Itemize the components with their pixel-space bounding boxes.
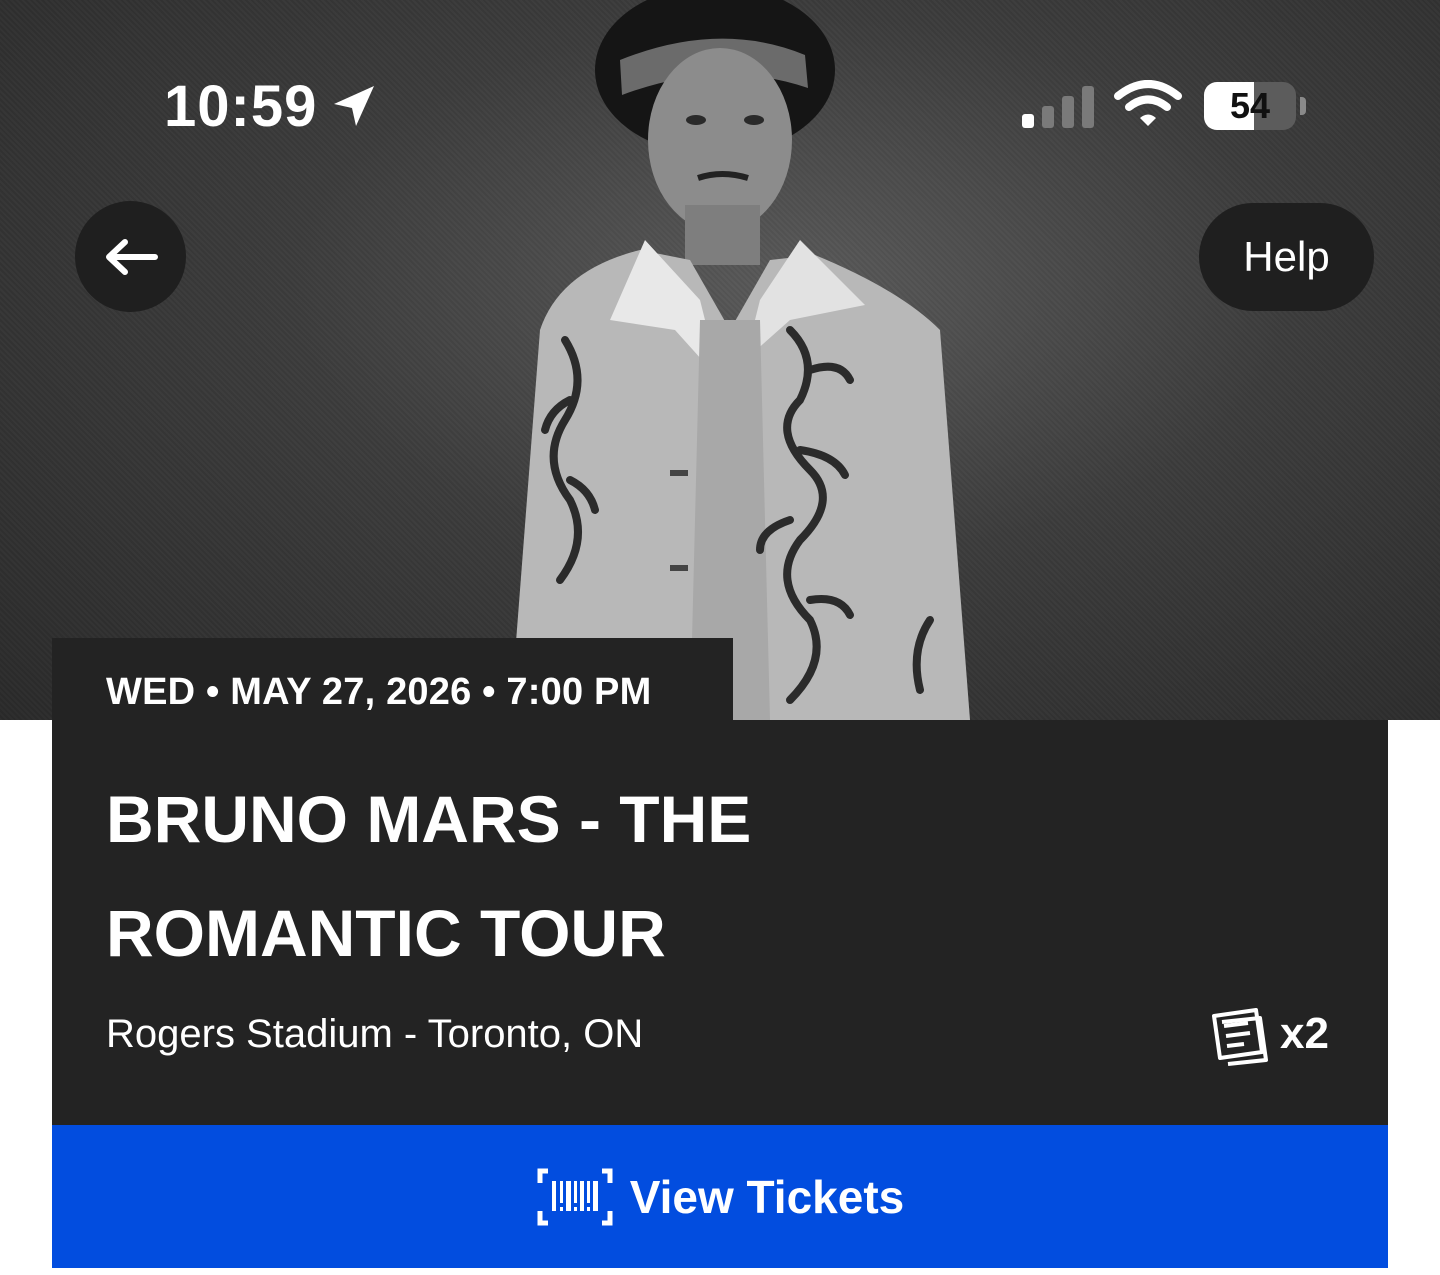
back-button[interactable] (75, 201, 186, 312)
wifi-icon (1114, 80, 1182, 126)
event-screen: 10:59 54 Help WED • MAY 27, 2026 • 7:00 … (0, 0, 1440, 1275)
status-time: 10:59 (164, 74, 318, 139)
battery-percent: 54 (1229, 85, 1271, 126)
event-title: BRUNO MARS - THE ROMANTIC TOUR (106, 782, 752, 970)
cellular-signal-icon (1022, 86, 1094, 128)
barcode-icon (537, 1168, 613, 1225)
battery-indicator: 54 (1204, 82, 1296, 130)
view-tickets-button[interactable]: View Tickets (52, 1125, 1388, 1268)
view-tickets-label: View Tickets (629, 1170, 905, 1223)
help-button[interactable]: Help (1199, 203, 1374, 311)
location-arrow-icon (334, 86, 374, 126)
event-date: WED • MAY 27, 2026 • 7:00 PM (106, 671, 652, 713)
ticket-count: x2 (1280, 1009, 1329, 1058)
tickets-icon (1212, 1008, 1268, 1066)
arrow-left-icon (105, 238, 158, 275)
artist-photo (510, 0, 970, 720)
event-venue: Rogers Stadium - Toronto, ON (106, 1012, 644, 1056)
